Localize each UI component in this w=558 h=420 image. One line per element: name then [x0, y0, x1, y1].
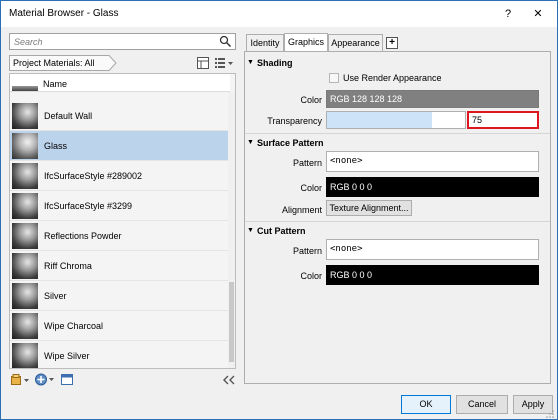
name-column-header[interactable]: Name [43, 79, 67, 89]
asset-browser-icon[interactable] [61, 374, 73, 385]
shading-color-label: Color [300, 95, 322, 105]
search-placeholder: Search [14, 37, 43, 47]
list-item[interactable]: Wipe Silver [10, 341, 230, 368]
material-thumbnail [12, 283, 38, 309]
list-header: Name [10, 74, 230, 92]
cut-color-swatch[interactable]: RGB 0 0 0 [326, 265, 539, 285]
surface-pattern-field[interactable]: <none> [326, 151, 539, 172]
surface-color-label: Color [300, 183, 322, 193]
ok-button[interactable]: OK [401, 395, 451, 414]
cut-pattern-field[interactable]: <none> [326, 239, 539, 260]
material-thumbnail [12, 313, 38, 339]
collapse-library-icon[interactable] [223, 375, 235, 385]
transparency-value-field[interactable]: 75 [467, 111, 539, 129]
collapse-cut-pattern-icon[interactable]: ▼ [247, 227, 254, 234]
resize-grip-icon[interactable] [545, 409, 555, 419]
material-name: Reflections Powder [44, 231, 122, 241]
use-render-appearance-checkbox[interactable] [329, 73, 339, 83]
surface-pattern-label: Pattern [292, 158, 322, 168]
tab-appearance[interactable]: Appearance [328, 34, 383, 51]
material-thumbnail [12, 103, 38, 129]
material-thumbnail [12, 133, 38, 159]
material-name: Wipe Charcoal [44, 321, 104, 331]
collapse-surface-pattern-icon[interactable]: ▼ [247, 139, 254, 146]
partial-thumbnail [12, 86, 38, 91]
section-divider [245, 133, 550, 134]
section-divider [245, 221, 550, 222]
close-button[interactable]: ✕ [529, 5, 547, 23]
material-thumbnail [12, 193, 38, 219]
cut-color-label: Color [300, 271, 322, 281]
create-material-icon[interactable] [35, 373, 55, 386]
material-browser-dialog: Material Browser - Glass ? ✕ Search Proj… [0, 0, 558, 420]
add-tab-button[interactable]: + [386, 37, 398, 49]
filter-label[interactable]: Project Materials: All [13, 58, 95, 68]
material-name: IfcSurfaceStyle #289002 [44, 171, 143, 181]
alignment-label: Alignment [281, 205, 322, 215]
library-toolbar [9, 371, 236, 389]
search-input[interactable]: Search [9, 33, 236, 50]
cut-pattern-title: Cut Pattern [257, 226, 306, 236]
transparency-slider-fill [327, 112, 432, 128]
list-item[interactable]: Silver [10, 281, 230, 311]
tab-graphics[interactable]: Graphics [284, 33, 328, 51]
collapse-shading-icon[interactable]: ▼ [247, 59, 254, 66]
material-name: Glass [44, 141, 68, 151]
cut-pattern-label: Pattern [292, 246, 322, 256]
title-bar: Material Browser - Glass ? ✕ [1, 1, 557, 27]
list-item[interactable]: Default Wall [10, 101, 230, 131]
list-scrollbar[interactable] [228, 92, 235, 368]
texture-alignment-button[interactable]: Texture Alignment... [326, 200, 412, 216]
material-thumbnail [12, 343, 38, 368]
surface-pattern-title: Surface Pattern [257, 138, 324, 148]
help-button[interactable]: ? [499, 5, 517, 23]
surface-color-swatch[interactable]: RGB 0 0 0 [326, 177, 539, 197]
transparency-label: Transparency [267, 116, 322, 126]
list-view-options-icon[interactable] [215, 57, 235, 69]
list-item[interactable]: Reflections Powder [10, 221, 230, 251]
material-name: Riff Chroma [44, 261, 92, 271]
window-title: Material Browser - Glass [9, 8, 119, 19]
material-thumbnail [12, 163, 38, 189]
material-name: Silver [44, 291, 67, 301]
shading-title: Shading [257, 58, 293, 68]
scrollbar-thumb[interactable] [229, 282, 234, 362]
material-name: IfcSurfaceStyle #3299 [44, 201, 133, 211]
panel-view-icon[interactable] [197, 57, 209, 69]
list-item[interactable]: Riff Chroma [10, 251, 230, 281]
cancel-button[interactable]: Cancel [456, 395, 508, 414]
filter-row: Project Materials: All [9, 55, 236, 71]
list-item-selected[interactable]: Glass [10, 131, 230, 161]
use-render-appearance-label: Use Render Appearance [343, 73, 442, 83]
list-item[interactable]: IfcSurfaceStyle #289002 [10, 161, 230, 191]
tab-identity[interactable]: Identity [246, 34, 284, 51]
material-thumbnail [12, 253, 38, 279]
list-item[interactable]: Wipe Charcoal [10, 311, 230, 341]
list-item[interactable]: IfcSurfaceStyle #3299 [10, 191, 230, 221]
material-name: Wipe Silver [44, 351, 90, 361]
library-options-icon[interactable] [11, 374, 31, 386]
shading-color-swatch[interactable]: RGB 128 128 128 [326, 90, 539, 108]
transparency-slider[interactable] [326, 111, 466, 129]
material-name: Default Wall [44, 111, 93, 121]
material-list: Name Default Wall Glass IfcSurfaceStyle … [9, 73, 236, 369]
material-thumbnail [12, 223, 38, 249]
search-icon[interactable] [219, 35, 232, 48]
